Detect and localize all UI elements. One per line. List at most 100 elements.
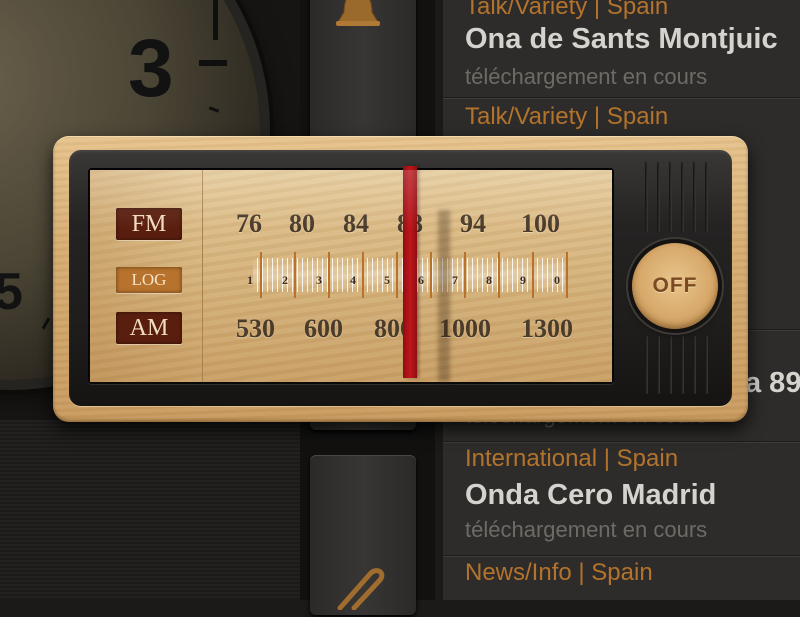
major-tick	[430, 252, 432, 298]
band-log-label[interactable]: LOG	[116, 267, 182, 293]
log-scale-label: 0	[554, 273, 560, 287]
log-scale-label: 8	[486, 273, 492, 287]
log-scale-label: 3	[316, 273, 322, 287]
scale-tick	[502, 258, 503, 292]
needle-shadow	[438, 210, 450, 382]
band-fm-label[interactable]: FM	[116, 208, 182, 240]
fm-freq-label: 76	[236, 209, 262, 238]
grille-slot	[681, 162, 684, 232]
bell-icon[interactable]	[332, 0, 384, 28]
major-tick	[294, 252, 296, 298]
log-scale-label: 1	[247, 273, 253, 287]
scale-tick	[337, 258, 338, 292]
tuning-dial[interactable]: FM LOG AM 76 80 84 88 94 100 1 2 3 4 5 6	[88, 166, 614, 384]
dial-face: FM LOG AM 76 80 84 88 94 100 1 2 3 4 5 6	[90, 166, 612, 382]
scale-tick	[512, 258, 513, 292]
scale-tick	[372, 258, 373, 292]
fm-freq-label: 84	[343, 209, 369, 238]
off-button-label: OFF	[652, 274, 698, 297]
scale-tick	[262, 258, 263, 292]
clock-tick	[199, 60, 227, 66]
grille-slot	[693, 162, 696, 232]
list-item[interactable]: International | Spain Onda Cero Madrid t…	[443, 442, 800, 557]
major-tick	[464, 252, 466, 298]
scale-tick	[357, 258, 358, 292]
grille-slot	[669, 162, 672, 232]
radio-body: FM LOG AM 76 80 84 88 94 100 1 2 3 4 5 6	[69, 150, 732, 406]
scale-tick	[472, 258, 473, 292]
scale-tick	[482, 258, 483, 292]
station-name: Ona de Sants Montjuic	[465, 23, 778, 55]
major-tick	[260, 252, 262, 298]
off-button[interactable]: OFF	[632, 243, 718, 329]
list-item[interactable]: Talk/Variety | Spain Ona de Sants Montju…	[443, 0, 800, 99]
major-tick	[498, 252, 500, 298]
log-scale-label: 4	[350, 273, 356, 287]
fm-freq-label: 80	[289, 209, 315, 238]
scale-tick	[392, 258, 393, 292]
major-tick	[396, 252, 398, 298]
scale-tick	[312, 258, 313, 292]
scale-tick	[467, 258, 468, 292]
band-selector: FM LOG AM	[90, 170, 203, 382]
log-scale-label: 2	[282, 273, 288, 287]
scale-tick	[477, 258, 478, 292]
grille-slot	[645, 162, 648, 232]
scale-tick	[517, 258, 518, 292]
station-name: a 89	[745, 367, 800, 399]
scale-tick	[332, 258, 333, 292]
clock-numeral-3: 3	[128, 23, 174, 114]
paperclip-icon[interactable]	[330, 560, 390, 610]
log-scale-label: 7	[452, 273, 458, 287]
grille-slot	[681, 336, 684, 394]
scale-tick	[277, 258, 278, 292]
scale-tick	[542, 258, 543, 292]
grille-slot	[705, 336, 708, 394]
log-scale-label: 9	[520, 273, 526, 287]
scale-tick	[537, 258, 538, 292]
major-tick	[532, 252, 534, 298]
scale-tick	[267, 258, 268, 292]
radio-widget: FM LOG AM 76 80 84 88 94 100 1 2 3 4 5 6	[53, 136, 748, 422]
band-am-label[interactable]: AM	[116, 312, 182, 344]
scale-tick	[272, 258, 273, 292]
clock-numeral-5: 5	[0, 263, 23, 321]
grille-slot	[705, 162, 708, 232]
major-tick	[362, 252, 364, 298]
scale-tick	[552, 258, 553, 292]
clock-tick	[213, 0, 218, 40]
scale-tick	[432, 258, 433, 292]
list-item[interactable]: News/Info | Spain	[443, 556, 800, 617]
grille-slot	[657, 336, 660, 394]
scale-tick	[297, 258, 298, 292]
scale-tick	[342, 258, 343, 292]
station-status: téléchargement en cours	[465, 517, 708, 542]
am-freq-label: 600	[304, 314, 343, 343]
major-tick	[328, 252, 330, 298]
station-genre: International | Spain	[465, 445, 679, 472]
scale-tick	[492, 258, 493, 292]
am-freq-label: 1300	[521, 314, 573, 343]
log-scale-label: 5	[384, 273, 390, 287]
fm-freq-label: 94	[460, 209, 486, 238]
scale-tick	[367, 258, 368, 292]
fm-freq-label: 100	[521, 209, 560, 238]
major-tick	[566, 252, 568, 298]
scale-tick	[377, 258, 378, 292]
scale-tick	[307, 258, 308, 292]
scale-tick	[507, 258, 508, 292]
scale-tick	[562, 258, 563, 292]
tuning-needle[interactable]	[403, 166, 417, 378]
scale-tick	[462, 258, 463, 292]
grille-slot	[693, 336, 696, 394]
grille-slot	[669, 336, 672, 394]
scale-tick	[527, 258, 528, 292]
scale-tick	[347, 258, 348, 292]
am-freq-label: 530	[236, 314, 275, 343]
scale-tick	[382, 258, 383, 292]
scale-tick	[322, 258, 323, 292]
grille-slot	[645, 336, 648, 394]
speaker-texture	[0, 420, 300, 600]
scale-tick	[292, 258, 293, 292]
station-genre: Talk/Variety | Spain	[465, 103, 669, 130]
